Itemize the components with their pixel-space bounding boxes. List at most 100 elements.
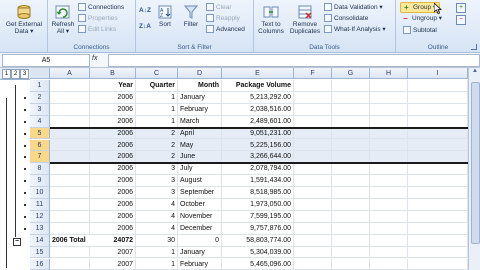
sort-button[interactable]: A Z Sort	[154, 4, 176, 28]
cell-f2[interactable]	[294, 91, 332, 104]
column-header-b[interactable]: B	[90, 68, 136, 79]
cell-a15[interactable]	[50, 246, 90, 259]
cell-a5[interactable]	[50, 127, 90, 140]
cell-h15[interactable]	[370, 246, 408, 259]
cell-g8[interactable]	[332, 163, 370, 176]
cell-d8[interactable]: July	[178, 163, 222, 176]
cell-b3[interactable]: 2006	[90, 103, 136, 116]
cell-d16[interactable]: February	[178, 258, 222, 270]
cell-g10[interactable]	[332, 187, 370, 199]
cell-g15[interactable]	[332, 246, 370, 259]
dialog-launcher-icon[interactable]	[471, 44, 477, 50]
cell-e10[interactable]: 8,518,985.00	[222, 187, 294, 199]
cell-b8[interactable]: 2006	[90, 163, 136, 176]
cell-b16[interactable]: 2007	[90, 258, 136, 270]
cell-d2[interactable]: January	[178, 91, 222, 104]
filter-button[interactable]: Filter	[180, 4, 202, 28]
cell-g5[interactable]	[332, 127, 370, 140]
fx-icon[interactable]: fx	[92, 55, 97, 62]
cell-e14[interactable]: 58,803,774.00	[222, 234, 294, 247]
cell-d9[interactable]: August	[178, 175, 222, 188]
cell-b6[interactable]: 2006	[90, 139, 136, 152]
cell-a16[interactable]	[50, 258, 90, 270]
cell-e5[interactable]: 9,051,231.00	[222, 127, 294, 140]
cell-b15[interactable]: 2007	[90, 246, 136, 259]
cell-e2[interactable]: 5,213,292.00	[222, 91, 294, 104]
outline-level-1-button[interactable]: 1	[2, 69, 11, 79]
remove-duplicates-button[interactable]: Remove Duplicates	[288, 4, 322, 35]
row-header[interactable]: 13	[30, 222, 50, 235]
cell-b5[interactable]: 2006	[90, 127, 136, 140]
row-header[interactable]: 16	[30, 258, 50, 270]
cell-e9[interactable]: 1,591,434.00	[222, 175, 294, 188]
row-header[interactable]: 14	[30, 234, 50, 247]
column-header-h[interactable]: H	[370, 68, 408, 79]
cell-f15[interactable]	[294, 246, 332, 259]
row-header[interactable]: 11	[30, 199, 50, 211]
cell-a12[interactable]	[50, 210, 90, 223]
cell-a14[interactable]: 2006 Total	[50, 235, 90, 247]
cell-a2[interactable]	[50, 91, 90, 104]
cell-e6[interactable]: 5,225,156.00	[222, 139, 294, 152]
cell-f11[interactable]	[294, 199, 332, 211]
cell-i2[interactable]	[408, 91, 468, 104]
cell-g12[interactable]	[332, 210, 370, 223]
cell-g1[interactable]	[332, 80, 370, 92]
sort-descending-button[interactable]: Z↓A	[139, 22, 151, 31]
cell-g16[interactable]	[332, 258, 370, 270]
column-header-f[interactable]: F	[294, 68, 332, 79]
cell-e11[interactable]: 1,973,050.00	[222, 199, 294, 211]
cell-e8[interactable]: 2,078,794.00	[222, 163, 294, 176]
name-box[interactable]: A5	[2, 54, 90, 67]
cell-f12[interactable]	[294, 210, 332, 223]
cell-f5[interactable]	[294, 127, 332, 140]
cell-c13[interactable]: 4	[136, 222, 178, 235]
cell-d10[interactable]: September	[178, 187, 222, 199]
column-header-e[interactable]: E	[222, 68, 294, 79]
cell-c1[interactable]: Quarter	[136, 80, 178, 92]
cell-c16[interactable]: 1	[136, 258, 178, 270]
cell-g6[interactable]	[332, 139, 370, 152]
select-all-corner[interactable]	[30, 68, 50, 79]
cell-h10[interactable]	[370, 187, 408, 199]
column-header-g[interactable]: G	[332, 68, 370, 79]
ungroup-button[interactable]: − Ungroup ▾	[403, 14, 442, 23]
cell-i10[interactable]	[408, 187, 468, 199]
cell-g3[interactable]	[332, 103, 370, 116]
cell-a11[interactable]	[50, 199, 90, 211]
row-header[interactable]: 1	[30, 80, 50, 92]
cell-b1[interactable]: Year	[90, 80, 136, 92]
row-header[interactable]: 10	[30, 187, 50, 199]
cell-a1[interactable]	[50, 80, 90, 92]
edit-links-button[interactable]: Edit Links	[78, 25, 116, 34]
connections-button[interactable]: Connections	[78, 3, 124, 12]
cell-f1[interactable]	[294, 80, 332, 92]
cell-b13[interactable]: 2006	[90, 222, 136, 235]
what-if-analysis-button[interactable]: What-If Analysis ▾	[324, 25, 386, 34]
refresh-all-button[interactable]: Refresh All ▾	[50, 4, 76, 35]
column-header-a[interactable]: A	[50, 68, 90, 79]
cell-f6[interactable]	[294, 139, 332, 152]
collapse-group-button[interactable]: −	[13, 238, 21, 246]
cell-i13[interactable]	[408, 222, 468, 235]
row-header[interactable]: 15	[30, 246, 50, 259]
cell-c14[interactable]: 30	[136, 234, 178, 247]
cell-i16[interactable]	[408, 258, 468, 270]
column-header-i[interactable]: I	[408, 68, 468, 79]
cell-a13[interactable]	[50, 222, 90, 235]
cell-d5[interactable]: April	[178, 127, 222, 140]
cell-g14[interactable]	[332, 234, 370, 247]
cell-a10[interactable]	[50, 187, 90, 199]
hide-detail-icon[interactable]: −	[456, 15, 466, 25]
row-header[interactable]: 4	[30, 115, 50, 128]
column-header-d[interactable]: D	[178, 68, 222, 79]
column-header-c[interactable]: C	[136, 68, 178, 79]
cell-c2[interactable]: 1	[136, 91, 178, 104]
cell-d1[interactable]: Month	[178, 80, 222, 92]
vertical-scrollbar[interactable]: ▲	[468, 68, 480, 270]
cell-b12[interactable]: 2006	[90, 210, 136, 223]
cell-f13[interactable]	[294, 222, 332, 235]
cell-b11[interactable]: 2006	[90, 199, 136, 211]
outline-level-2-button[interactable]: 2	[11, 69, 20, 79]
cell-e16[interactable]: 5,465,096.00	[222, 258, 294, 270]
